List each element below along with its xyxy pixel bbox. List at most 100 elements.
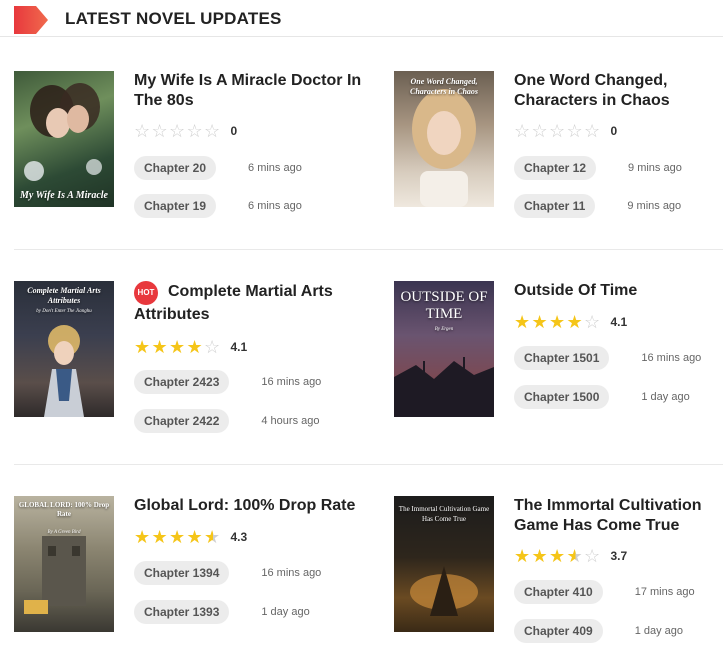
star-rating: ☆ ☆ ☆ ☆ ☆ [514,122,602,140]
star-icon: ☆ [134,121,151,141]
novel-card: Complete Martial Arts Attributes by Don'… [14,281,364,433]
star-icon: ★ [151,527,168,547]
chapter-button[interactable]: Chapter 1501 [514,346,610,370]
novel-title[interactable]: HOT Complete Martial Arts Attributes [134,281,369,325]
chapter-button[interactable]: Chapter 12 [514,156,597,180]
star-icon: ☆ [169,121,186,141]
cover-title: One Word Changed, Characters in Chaos [409,77,479,96]
novel-card: GLOBAL LORD: 100% Drop Rate By A Green B… [14,496,364,636]
star-rating: ☆ ☆ ☆ ☆ ☆ [134,122,222,140]
star-icon: ☆ [531,121,548,141]
star-icon: ★ [549,312,566,332]
novel-title[interactable]: Global Lord: 100% Drop Rate [134,496,369,516]
star-icon: ☆ [584,121,601,141]
cover-title: My Wife Is A Miracle [20,190,108,201]
novel-cover[interactable]: GLOBAL LORD: 100% Drop Rate By A Green B… [14,496,114,632]
chapter-row: Chapter 2423 16 mins ago [134,370,321,394]
novel-title[interactable]: Outside Of Time [514,281,723,301]
star-icon: ★ [566,312,583,332]
star-icon: ☆ [186,121,203,141]
hot-badge-icon: HOT [134,281,158,305]
chapter-row: Chapter 11 9 mins ago [514,194,681,218]
chapter-button[interactable]: Chapter 20 [134,156,217,180]
star-rating: ★ ★ ★ ★ ★ [134,528,222,546]
star-icon: ★ [531,312,548,332]
ribbon-flag-icon [14,6,48,34]
cover-title: GLOBAL LORD: 100% Drop Rate [18,501,110,518]
chapter-time: 6 mins ago [248,162,302,174]
star-icon: ★ [134,337,151,357]
novel-cover[interactable]: Complete Martial Arts Attributes by Don'… [14,281,114,417]
star-icon: ☆ [584,546,601,566]
star-icon: ★ [566,546,583,566]
chapter-row: Chapter 20 6 mins ago [134,156,302,180]
chapter-time: 1 day ago [261,606,310,618]
rating: ☆ ☆ ☆ ☆ ☆ 0 [514,122,617,140]
rating-score: 4.1 [610,315,628,329]
chapter-row: Chapter 2422 4 hours ago [134,409,319,433]
row-divider [14,464,723,465]
star-icon: ★ [169,527,186,547]
chapter-button[interactable]: Chapter 11 [514,194,596,218]
chapter-row: Chapter 19 6 mins ago [134,194,302,218]
section-title: LATEST NOVEL UPDATES [65,9,282,28]
novel-title[interactable]: The Immortal Cultivation Game Has Come T… [514,496,723,535]
cover-author: By Ergen [434,327,454,332]
chapter-button[interactable]: Chapter 2423 [134,370,230,394]
star-icon: ★ [204,527,221,547]
novel-cover[interactable]: My Wife Is A Miracle [14,71,114,207]
star-icon: ★ [514,312,531,332]
rating: ☆ ☆ ☆ ☆ ☆ 0 [134,122,237,140]
cover-title: OUTSIDE OF TIME [400,289,488,322]
star-icon: ☆ [566,121,583,141]
novel-cover[interactable]: OUTSIDE OF TIME By Ergen [394,281,494,417]
chapter-time: 16 mins ago [641,352,702,364]
chapter-time: 1 day ago [634,625,684,637]
chapter-button[interactable]: Chapter 1500 [514,385,610,409]
novel-cover[interactable]: One Word Changed, Characters in Chaos [394,71,494,207]
rating: ★ ★ ★ ★ ★ 4.3 [134,528,247,546]
chapter-time: 1 day ago [641,391,690,403]
chapter-row: Chapter 410 17 mins ago [514,580,695,604]
rating: ★ ★ ★ ★ ☆ 4.1 [134,338,247,356]
star-rating: ★ ★ ★ ★ ☆ [514,313,602,331]
novel-title[interactable]: My Wife Is A Miracle Doctor In The 80s [134,71,369,110]
star-icon: ★ [186,337,203,357]
chapter-row: Chapter 1393 1 day ago [134,600,310,624]
rating-score: 4.3 [230,530,248,544]
star-icon: ★ [169,337,186,357]
chapter-row: Chapter 1500 1 day ago [514,385,690,409]
chapter-time: 4 hours ago [261,415,320,427]
cover-author: By A Green Bird [47,530,81,535]
chapter-button[interactable]: Chapter 409 [514,619,603,643]
chapter-button[interactable]: Chapter 2422 [134,409,230,433]
chapter-row: Chapter 409 1 day ago [514,619,683,643]
star-icon: ☆ [204,337,221,357]
chapter-time: 17 mins ago [634,586,695,598]
chapter-button[interactable]: Chapter 410 [514,580,603,604]
rating-score: 4.1 [230,340,248,354]
rating-score: 0 [230,124,238,138]
section-header: LATEST NOVEL UPDATES [0,0,723,37]
star-icon: ★ [531,546,548,566]
chapter-button[interactable]: Chapter 19 [134,194,217,218]
star-icon: ★ [514,546,531,566]
chapter-button[interactable]: Chapter 1394 [134,561,230,585]
novel-title-text: Complete Martial Arts Attributes [134,283,333,323]
cover-author: by Don't Enter The Jianghu [36,309,92,314]
star-icon: ★ [549,546,566,566]
chapter-time: 9 mins ago [627,200,682,212]
novel-cover[interactable]: The Immortal Cultivation Game Has Come T… [394,496,494,632]
star-rating: ★ ★ ★ ★ ☆ [514,547,602,565]
chapter-row: Chapter 1501 16 mins ago [514,346,701,370]
chapter-time: 6 mins ago [248,200,302,212]
chapter-row: Chapter 1394 16 mins ago [134,561,321,585]
cover-title: Complete Martial Arts Attributes [27,286,101,305]
chapter-button[interactable]: Chapter 1393 [134,600,230,624]
row-divider [14,249,723,250]
rating-score: 0 [610,124,618,138]
star-icon: ☆ [584,312,601,332]
novel-title[interactable]: One Word Changed, Characters in Chaos [514,71,723,110]
chapter-row: Chapter 12 9 mins ago [514,156,682,180]
star-rating: ★ ★ ★ ★ ☆ [134,338,222,356]
